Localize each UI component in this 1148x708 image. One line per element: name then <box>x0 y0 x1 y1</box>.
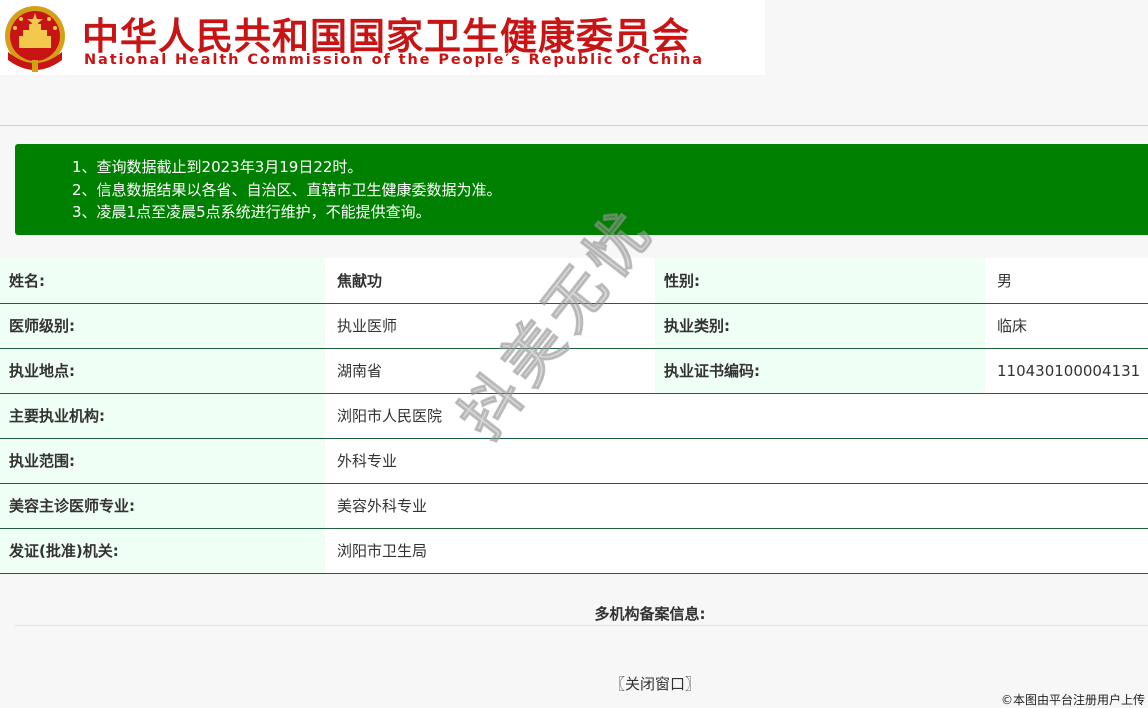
location-value: 湖南省 <box>325 348 655 394</box>
site-title-en: National Health Commission of the People… <box>84 52 704 68</box>
category-label: 执业类别: <box>655 303 985 349</box>
scope-label: 执业范围: <box>0 438 325 484</box>
doctor-info-table: 姓名: 焦献功 性别: 男 医师级别: 执业医师 执业类别: 临床 执业地点: … <box>0 258 1148 574</box>
multi-record-heading: 多机构备案信息: <box>594 605 706 623</box>
authority-label: 发证(批准)机关: <box>0 528 325 574</box>
header-divider <box>0 125 1148 126</box>
gender-value: 男 <box>985 258 1148 304</box>
notice-line: 1、查询数据截止到2023年3月19日22时。 <box>72 158 363 176</box>
upload-credit: ©本图由平台注册用户上传 <box>1000 693 1145 707</box>
name-label: 姓名: <box>0 258 325 304</box>
authority-value: 浏阳市卫生局 <box>325 528 1148 574</box>
institution-label: 主要执业机构: <box>0 393 325 439</box>
location-label: 执业地点: <box>0 348 325 394</box>
institution-value: 浏阳市人民医院 <box>325 393 1148 439</box>
table-row: 医师级别: 执业医师 执业类别: 临床 <box>0 303 1148 349</box>
table-row: 主要执业机构: 浏阳市人民医院 <box>0 393 1148 439</box>
table-row: 执业地点: 湖南省 执业证书编码: 110430100004131 <box>0 348 1148 394</box>
gender-label: 性别: <box>655 258 985 304</box>
scope-value: 外科专业 <box>325 438 1148 484</box>
table-row: 执业范围: 外科专业 <box>0 438 1148 484</box>
national-emblem-icon <box>5 6 65 72</box>
notice-banner: 1、查询数据截止到2023年3月19日22时。 2、信息数据结果以各省、自治区、… <box>15 144 1148 235</box>
cert-value: 110430100004131 <box>985 348 1148 394</box>
cert-label: 执业证书编码: <box>655 348 985 394</box>
table-row: 发证(批准)机关: 浏阳市卫生局 <box>0 528 1148 574</box>
notice-line: 3、凌晨1点至凌晨5点系统进行维护，不能提供查询。 <box>72 203 431 221</box>
level-label: 医师级别: <box>0 303 325 349</box>
table-row: 美容主诊医师专业: 美容外科专业 <box>0 483 1148 529</box>
close-window-button[interactable]: 〖关闭窗口〗 <box>0 673 1148 694</box>
notice-line: 2、信息数据结果以各省、自治区、直辖市卫生健康委数据为准。 <box>72 180 502 199</box>
site-header: 中华人民共和国国家卫生健康委员会 National Health Commiss… <box>0 0 765 75</box>
level-value: 执业医师 <box>325 303 655 349</box>
section-divider <box>15 625 1148 626</box>
cosmetic-value: 美容外科专业 <box>325 483 1148 529</box>
table-row: 姓名: 焦献功 性别: 男 <box>0 258 1148 304</box>
name-value: 焦献功 <box>325 258 655 304</box>
category-value: 临床 <box>985 303 1148 349</box>
cosmetic-label: 美容主诊医师专业: <box>0 483 325 529</box>
